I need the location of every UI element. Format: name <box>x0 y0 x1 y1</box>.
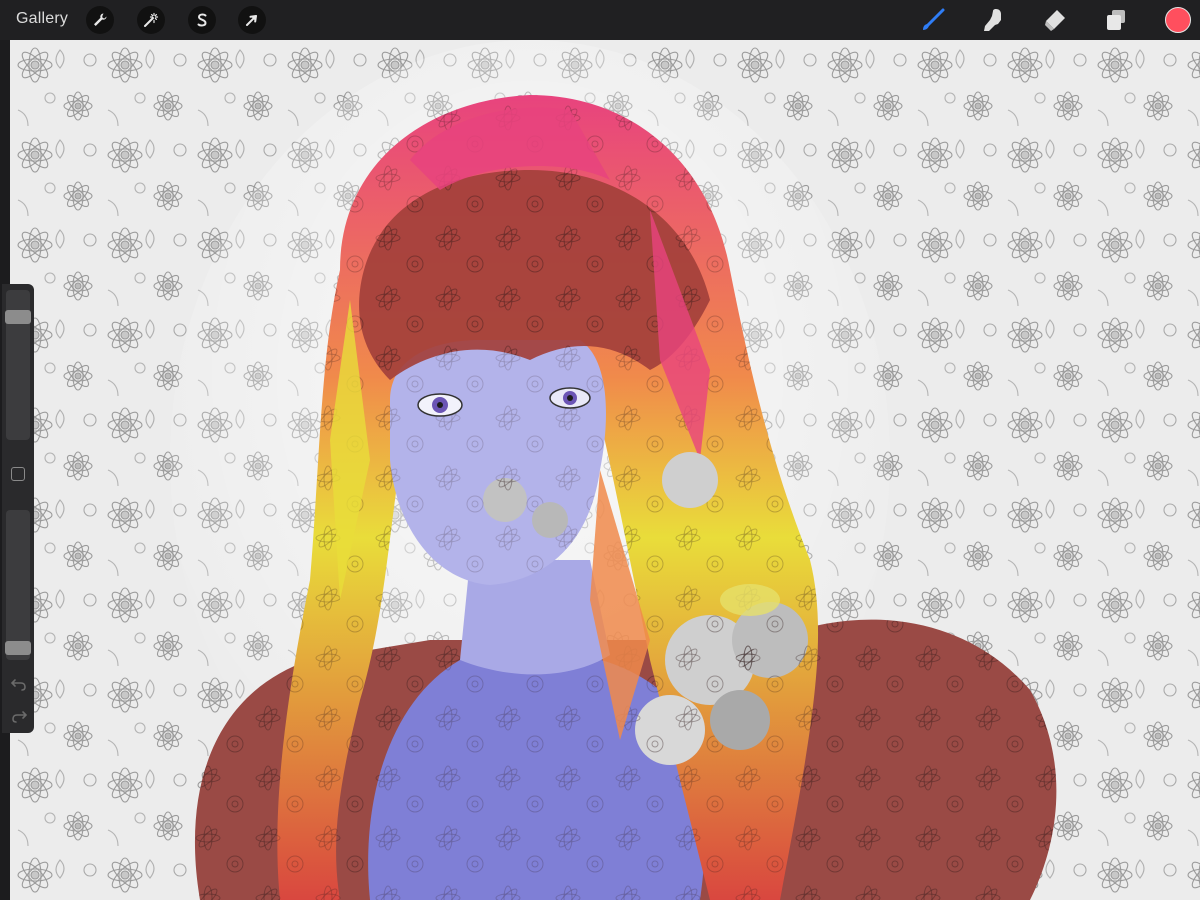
redo-arrow-icon[interactable] <box>10 708 28 724</box>
left-sidebar <box>2 284 34 733</box>
layers-icon <box>1107 10 1125 30</box>
square-modify-icon[interactable] <box>11 467 25 481</box>
gallery-button[interactable]: Gallery <box>16 10 68 28</box>
undo-arrow-icon[interactable] <box>10 676 28 692</box>
layers-button[interactable] <box>1101 5 1131 35</box>
adjustments-button[interactable] <box>137 6 165 34</box>
brush-size-slider[interactable] <box>5 290 31 440</box>
brush-icon <box>923 8 945 30</box>
wrench-icon <box>94 13 107 26</box>
color-picker-button[interactable] <box>1165 7 1191 33</box>
smudge-tool-button[interactable] <box>978 5 1008 35</box>
brush-tool-button[interactable] <box>918 5 948 35</box>
drawing-canvas[interactable] <box>10 40 1200 900</box>
transform-button[interactable] <box>238 6 266 34</box>
magic-wand-icon <box>144 12 159 27</box>
top-toolbar: Gallery <box>0 0 1200 40</box>
selection-button[interactable] <box>188 6 216 34</box>
actions-button[interactable] <box>86 6 114 34</box>
smudge-finger-icon <box>984 9 1001 31</box>
eraser-tool-button[interactable] <box>1040 5 1070 35</box>
opacity-thumb[interactable] <box>5 641 31 655</box>
eraser-icon <box>1045 10 1065 31</box>
opacity-slider[interactable] <box>5 510 31 660</box>
brush-size-thumb[interactable] <box>5 310 31 324</box>
selection-s-icon <box>197 13 207 27</box>
artwork <box>10 40 1200 900</box>
arrow-cursor-icon <box>246 15 257 26</box>
